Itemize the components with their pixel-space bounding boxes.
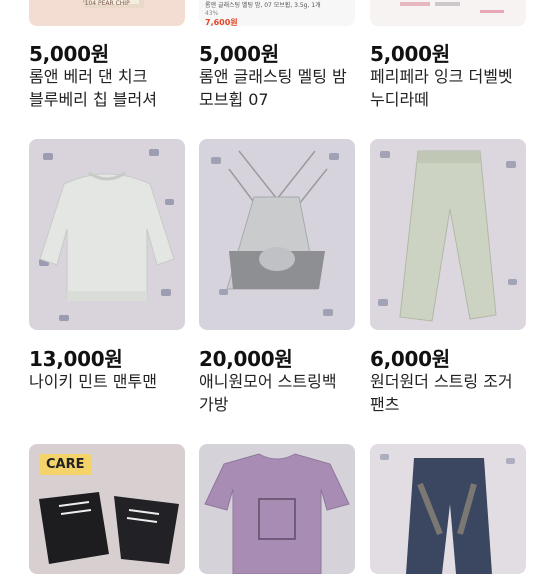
product-title: 원더원더 스트링 조거 팬츠 xyxy=(370,372,513,414)
product-title: 롬앤 베러 댄 치크 블루베리 칩 블러셔 xyxy=(29,67,157,109)
thumb-text: '104 PEAR CHIP xyxy=(83,0,130,7)
product-image[interactable] xyxy=(370,0,526,26)
product-price: 6,000원 xyxy=(370,347,450,371)
product-price: 20,000원 xyxy=(199,347,293,371)
thumb-discount: 43% xyxy=(205,10,219,17)
product-image[interactable]: '104 PEAR CHIP xyxy=(29,0,185,26)
product-price: 5,000원 xyxy=(370,42,450,66)
thumb-price: 7,600원 xyxy=(205,18,238,26)
product-title: 애니원모어 스트링백 가방 xyxy=(199,372,337,414)
product-price: 5,000원 xyxy=(29,42,109,66)
product-price: 13,000원 xyxy=(29,347,123,371)
product-image[interactable]: 롬앤 글래스팅 멜팅 밤, 07 모브휩, 3.5g, 1개 43% 7,600… xyxy=(199,0,355,26)
product-title: 롬앤 글래스팅 멜팅 밤 모브휩 07 xyxy=(199,67,347,109)
product-image[interactable] xyxy=(199,139,355,330)
thumb-text: 롬앤 글래스팅 멜팅 밤, 07 모브휩, 3.5g, 1개 xyxy=(205,2,321,9)
product-image[interactable] xyxy=(370,139,526,330)
care-badge: CARE xyxy=(39,454,92,475)
product-grid: '104 PEAR CHIP 5,000원 롬앤 베러 댄 치크 블루베리 칩 … xyxy=(0,0,555,574)
product-title: 페리페라 잉크 더벨벳 누디라떼 xyxy=(370,67,513,109)
product-title: 나이키 민트 맨투맨 xyxy=(29,372,157,391)
product-price: 5,000원 xyxy=(199,42,279,66)
product-image[interactable] xyxy=(29,139,185,330)
